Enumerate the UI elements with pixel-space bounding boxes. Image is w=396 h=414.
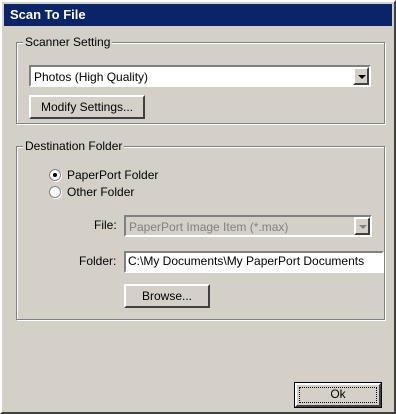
scanner-setting-legend: Scanner Setting: [23, 35, 113, 49]
folder-label: Folder:: [79, 254, 117, 268]
folder-path-field[interactable]: C:\My Documents\My PaperPort Documents: [124, 251, 384, 273]
scanner-setting-value: Photos (High Quality): [34, 70, 149, 84]
scanner-setting-group: Scanner Setting Photos (High Quality) Mo…: [16, 35, 385, 124]
radio-button[interactable]: [49, 169, 61, 181]
destination-folder-legend: Destination Folder: [23, 139, 125, 153]
radio-button[interactable]: [49, 186, 61, 198]
destination-folder-group: Destination Folder PaperPort Folder Othe…: [16, 139, 385, 320]
file-type-value: PaperPort Image Item (*.max): [129, 220, 289, 234]
scan-to-file-dialog: Scan To File Scanner Setting Photos (Hig…: [0, 0, 396, 414]
ok-button[interactable]: Ok: [294, 382, 382, 408]
radio-selected-dot: [53, 173, 57, 177]
file-type-select[interactable]: PaperPort Image Item (*.max): [124, 215, 372, 237]
radio-label-paperport: PaperPort Folder: [67, 168, 159, 182]
title-bar: Scan To File: [4, 4, 392, 26]
file-label: File:: [94, 218, 117, 232]
dropdown-arrow-icon[interactable]: [354, 217, 370, 235]
radio-label-other: Other Folder: [67, 185, 135, 199]
dropdown-arrow-icon[interactable]: [353, 67, 369, 85]
modify-settings-button[interactable]: Modify Settings...: [29, 95, 145, 119]
radio-other-folder[interactable]: Other Folder: [49, 184, 209, 200]
ok-button-label: Ok: [299, 387, 377, 403]
browse-button[interactable]: Browse...: [124, 284, 210, 308]
window-title: Scan To File: [10, 7, 86, 22]
radio-paperport-folder[interactable]: PaperPort Folder: [49, 167, 209, 183]
scanner-setting-select[interactable]: Photos (High Quality): [29, 65, 371, 87]
